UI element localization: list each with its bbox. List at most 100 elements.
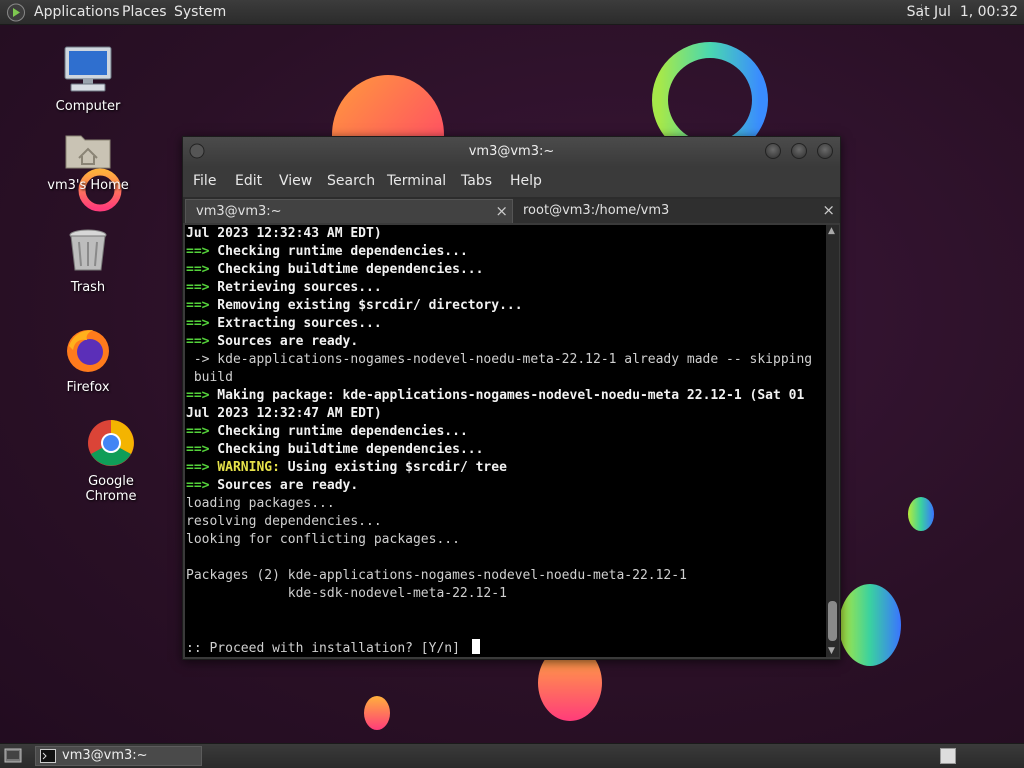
terminal-line: ==> Removing existing $srcdir/ directory… xyxy=(186,297,812,315)
terminal-line: ==> WARNING: Using existing $srcdir/ tre… xyxy=(186,459,812,477)
line-text: resolving dependencies... xyxy=(186,514,382,529)
arrow-prefix: ==> xyxy=(186,478,210,493)
line-text: :: Proceed with installation? [Y/n] xyxy=(186,641,468,656)
line-text: Removing existing $srcdir/ directory... xyxy=(209,298,523,313)
line-text: looking for conflicting packages... xyxy=(186,532,460,547)
line-text: Packages (2) kde-applications-nogames-no… xyxy=(186,568,687,583)
small-green-blob xyxy=(908,497,934,531)
terminal-line: build xyxy=(186,369,812,387)
menu-search[interactable]: Search xyxy=(327,173,375,189)
desktop-icon-chrome[interactable]: Google Chrome xyxy=(62,418,160,504)
terminal-line: kde-sdk-nodevel-meta-22.12-1 xyxy=(186,585,812,603)
terminal-line: ==> Checking buildtime dependencies... xyxy=(186,261,812,279)
applications-menu[interactable]: Applications xyxy=(34,4,120,20)
line-text: Jul 2023 12:32:43 AM EDT) xyxy=(186,226,382,241)
terminal-line: Jul 2023 12:32:47 AM EDT) xyxy=(186,405,812,423)
terminal-window: vm3@vm3:~ File Edit View Search Terminal… xyxy=(182,136,841,660)
chrome-icon xyxy=(88,420,134,466)
home-folder-icon xyxy=(65,135,111,169)
window-titlebar[interactable]: vm3@vm3:~ xyxy=(183,137,840,167)
tab-close-icon[interactable]: × xyxy=(495,202,508,220)
menubar: File Edit View Search Terminal Tabs Help xyxy=(183,167,840,195)
maximize-button[interactable] xyxy=(791,143,807,159)
scroll-thumb[interactable] xyxy=(828,601,837,641)
line-text: kde-sdk-nodevel-meta-22.12-1 xyxy=(186,586,507,601)
line-text: Sources are ready. xyxy=(209,334,359,349)
arrow-prefix: ==> xyxy=(186,244,210,259)
line-text: Checking runtime dependencies... xyxy=(209,244,468,259)
desktop-icon-label: Google Chrome xyxy=(85,474,137,504)
line-text: Retrieving sources... xyxy=(209,280,382,295)
tab-bar: vm3@vm3:~ × root@vm3:/home/vm3 × xyxy=(183,197,840,223)
desktop-icon-label: Trash xyxy=(70,280,106,295)
workspace-switcher-icon[interactable] xyxy=(940,748,956,764)
terminal-line: ==> Retrieving sources... xyxy=(186,279,812,297)
terminal-line: ==> Checking runtime dependencies... xyxy=(186,423,812,441)
arrow-prefix: ==> xyxy=(186,388,210,403)
line-text: Sources are ready. xyxy=(209,478,359,493)
terminal-line: Jul 2023 12:32:43 AM EDT) xyxy=(186,225,812,243)
scroll-down-arrow-icon[interactable]: ▼ xyxy=(828,646,835,656)
firefox-icon xyxy=(67,330,109,372)
desktop-icon-label: Firefox xyxy=(66,380,110,395)
close-button[interactable] xyxy=(817,143,833,159)
menu-view[interactable]: View xyxy=(279,173,312,189)
arrow-prefix: ==> xyxy=(186,442,210,457)
terminal-icon xyxy=(40,749,56,763)
terminal-line: ==> Checking buildtime dependencies... xyxy=(186,441,812,459)
line-text: Using existing $srcdir/ tree xyxy=(279,460,507,475)
menu-tabs[interactable]: Tabs xyxy=(461,173,492,189)
window-title: vm3@vm3:~ xyxy=(468,144,555,159)
tab-root-home[interactable]: root@vm3:/home/vm3 × xyxy=(513,199,839,223)
show-desktop-icon[interactable] xyxy=(4,748,22,764)
line-text: loading packages... xyxy=(186,496,335,511)
menu-edit[interactable]: Edit xyxy=(235,173,262,189)
terminal-line: -> kde-applications-nogames-nodevel-noed… xyxy=(186,351,812,369)
terminal-line: ==> Checking runtime dependencies... xyxy=(186,243,812,261)
clock[interactable]: Sat Jul 1, 00:32 xyxy=(907,4,1018,20)
terminal-line: loading packages... xyxy=(186,495,812,513)
terminal-scrollbar[interactable]: ▲ ▼ xyxy=(826,225,839,657)
menu-terminal[interactable]: Terminal xyxy=(387,173,446,189)
arrow-prefix: ==> xyxy=(186,298,210,313)
computer-icon xyxy=(64,46,112,92)
tab-close-icon[interactable]: × xyxy=(822,201,835,219)
text-cursor xyxy=(471,639,480,654)
menu-help[interactable]: Help xyxy=(510,173,542,189)
terminal-line: looking for conflicting packages... xyxy=(186,531,812,549)
line-text: Extracting sources... xyxy=(209,316,382,331)
desktop-icon-home[interactable]: vm3's Home xyxy=(40,128,136,193)
desktop-icon-trash[interactable]: Trash xyxy=(40,228,136,295)
arrow-prefix: ==> xyxy=(186,262,210,277)
scroll-up-arrow-icon[interactable]: ▲ xyxy=(828,226,835,236)
line-text: Jul 2023 12:32:47 AM EDT) xyxy=(186,406,382,421)
line-text: build xyxy=(186,370,233,385)
line-text: Checking runtime dependencies... xyxy=(209,424,468,439)
warning-label: WARNING: xyxy=(217,460,280,475)
tab-label: vm3@vm3:~ xyxy=(196,204,282,219)
ring-shape xyxy=(652,42,768,158)
taskbar-item-terminal[interactable]: vm3@vm3:~ xyxy=(35,746,202,766)
terminal-line: resolving dependencies... xyxy=(186,513,812,531)
trash-icon xyxy=(69,229,107,271)
desktop-icon-computer[interactable]: Computer xyxy=(40,45,136,114)
system-menu[interactable]: System xyxy=(174,4,226,20)
arrow-prefix: ==> xyxy=(186,316,210,331)
taskbar-item-label: vm3@vm3:~ xyxy=(62,748,148,763)
terminal-line: ==> Making package: kde-applications-nog… xyxy=(186,387,812,405)
arrow-prefix: ==> xyxy=(186,460,210,475)
desktop-icon-firefox[interactable]: Firefox xyxy=(40,326,136,395)
desktop-icon-label: vm3's Home xyxy=(47,178,129,193)
places-menu[interactable]: Places xyxy=(122,4,167,20)
gnome-foot-icon[interactable] xyxy=(6,3,26,22)
desktop-icon-label: Computer xyxy=(55,99,121,114)
line-text: Checking buildtime dependencies... xyxy=(209,262,484,277)
tab-vm3-home[interactable]: vm3@vm3:~ × xyxy=(185,199,513,223)
blue-green-blob xyxy=(839,584,901,666)
terminal-output[interactable]: Jul 2023 12:32:43 AM EDT) ==> Checking ru… xyxy=(185,225,826,657)
menu-file[interactable]: File xyxy=(193,173,216,189)
terminal-line: :: Proceed with installation? [Y/n] xyxy=(186,639,812,657)
minimize-button[interactable] xyxy=(765,143,781,159)
